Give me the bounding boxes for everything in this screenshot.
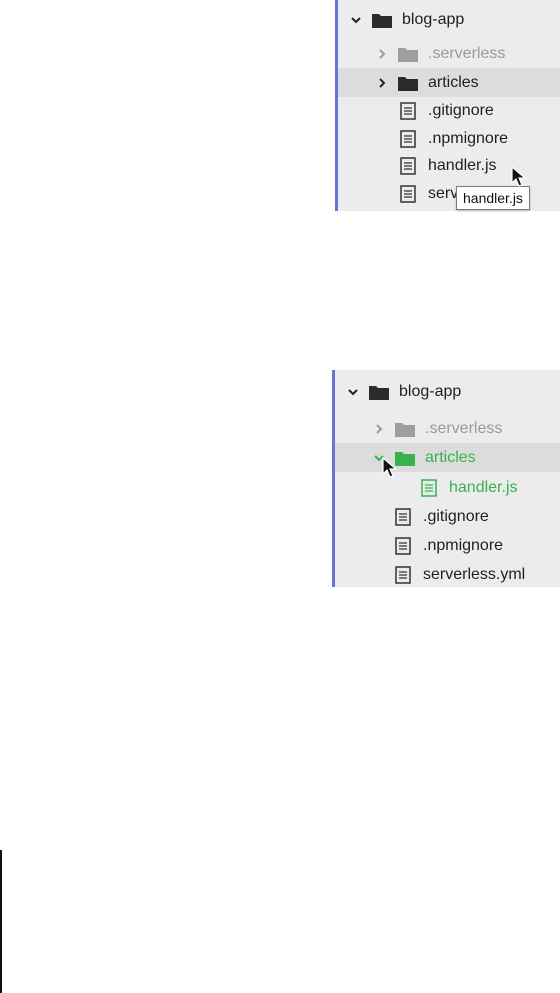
folder-icon — [398, 74, 418, 92]
chevron-right-icon[interactable] — [371, 421, 387, 437]
tree-row-articles[interactable]: articles — [338, 68, 560, 97]
file-icon — [398, 129, 418, 148]
file-icon — [398, 184, 418, 203]
chevron-right-icon[interactable] — [374, 75, 390, 91]
tree-label: handler.js — [449, 478, 518, 496]
divider-line — [0, 850, 2, 993]
folder-icon — [398, 45, 418, 63]
tree-row-serverless[interactable]: .serverless — [335, 414, 560, 443]
chevron-down-icon[interactable] — [348, 12, 364, 28]
tree-row-gitignore[interactable]: .gitignore — [338, 96, 560, 125]
folder-icon — [372, 11, 392, 29]
tree-row-npmignore[interactable]: .npmignore — [335, 531, 560, 560]
file-tree-panel-after: blog-app .serverless articles handler.js… — [332, 370, 560, 587]
tooltip: handler.js — [456, 186, 530, 210]
file-icon — [393, 507, 413, 526]
tree-row-root[interactable]: blog-app — [338, 5, 560, 34]
tree-row-gitignore[interactable]: .gitignore — [335, 502, 560, 531]
mouse-cursor-icon — [511, 166, 529, 188]
tree-label: .npmignore — [423, 536, 504, 554]
tree-label: articles — [425, 448, 476, 466]
tree-row-serverless-yml[interactable]: serverless.yml — [335, 560, 560, 589]
tree-row-root[interactable]: blog-app — [335, 377, 560, 406]
tree-label-root: blog-app — [402, 10, 465, 28]
tree-row-serverless[interactable]: .serverless — [338, 39, 560, 68]
tree-label: .serverless — [425, 419, 503, 437]
tree-label: handler.js — [428, 156, 497, 174]
tree-label: articles — [428, 73, 479, 91]
file-icon — [398, 101, 418, 120]
tree-label: .serverless — [428, 44, 506, 62]
tree-row-handler[interactable]: handler.js — [335, 473, 560, 502]
folder-icon — [395, 420, 415, 438]
file-icon — [398, 156, 418, 175]
tree-label: .npmignore — [428, 129, 509, 147]
chevron-down-icon[interactable] — [345, 384, 361, 400]
file-icon — [393, 536, 413, 555]
tree-label: .gitignore — [428, 101, 494, 119]
file-icon — [393, 565, 413, 584]
tree-label-root: blog-app — [399, 382, 462, 400]
file-icon — [419, 478, 439, 497]
tree-label: serverless.yml — [423, 565, 526, 583]
folder-icon — [369, 383, 389, 401]
mouse-cursor-icon — [382, 457, 400, 479]
tree-label: serv — [428, 184, 459, 202]
chevron-right-icon[interactable] — [374, 46, 390, 62]
tree-row-npmignore[interactable]: .npmignore — [338, 124, 560, 153]
tree-row-articles[interactable]: articles — [335, 443, 560, 472]
tree-label: .gitignore — [423, 507, 489, 525]
